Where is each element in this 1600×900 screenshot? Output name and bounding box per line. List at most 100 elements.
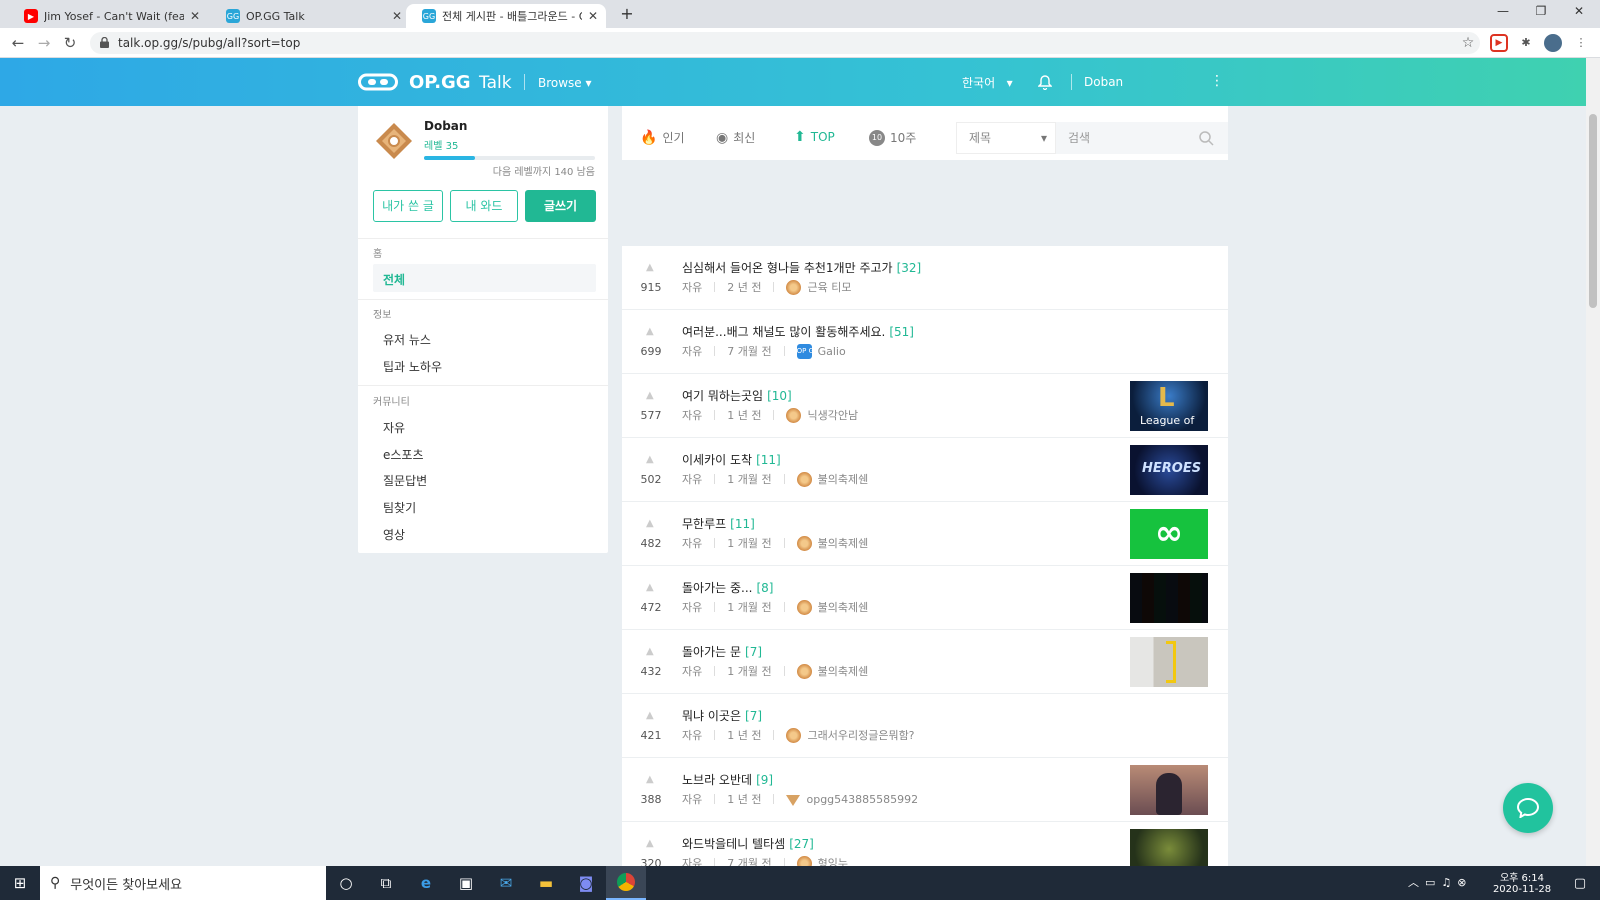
post-row[interactable]: ▲ 577 여기 뭐하는곳임 [10] 자유 1 년 전 닉생각안남 L League of: [622, 374, 1228, 438]
post-row[interactable]: ▲ 699 여러분...배그 채널도 많이 활동해주세요. [51] 자유 7 개월 전 O…: [622, 310, 1228, 374]
close-icon[interactable]: ✕: [392, 9, 402, 23]
post-author[interactable]: Galio: [818, 345, 846, 358]
close-icon[interactable]: ✕: [588, 9, 598, 23]
my-ward-button[interactable]: 내 와드: [450, 190, 518, 222]
post-thumbnail[interactable]: [1130, 637, 1208, 687]
file-explorer-icon[interactable]: ▬: [526, 866, 566, 900]
store-icon[interactable]: ▣: [446, 866, 486, 900]
tab-top[interactable]: ⬆ TOP: [794, 129, 835, 145]
post-title[interactable]: 돌아가는 문 [7]: [682, 643, 762, 660]
upvote-arrow-icon[interactable]: ▲: [646, 646, 654, 657]
post-category[interactable]: 자유: [682, 343, 702, 359]
minimize-icon[interactable]: —: [1488, 4, 1518, 24]
post-author[interactable]: 불의축제쉔: [818, 471, 869, 487]
post-title[interactable]: 와드박을테니 텔타셈 [27]: [682, 835, 814, 852]
search-icon[interactable]: [1199, 131, 1214, 146]
new-tab-icon[interactable]: +: [612, 4, 642, 24]
write-button[interactable]: 글쓰기: [525, 190, 596, 222]
post-row[interactable]: ▲ 432 돌아가는 문 [7] 자유 1 개월 전 불의축제쉔: [622, 630, 1228, 694]
post-title[interactable]: 이세카이 도착 [11]: [682, 451, 781, 468]
post-thumbnail[interactable]: [1130, 573, 1208, 623]
browse-dropdown[interactable]: Browse ▾: [538, 76, 592, 90]
post-thumbnail[interactable]: HEROES: [1130, 445, 1208, 495]
post-category[interactable]: 자유: [682, 727, 702, 743]
reload-icon[interactable]: ↻: [60, 33, 80, 53]
language-dropdown[interactable]: 한국어 ▾: [962, 74, 1013, 91]
sidebar-item-user-news[interactable]: 유저 뉴스: [383, 331, 431, 348]
post-category[interactable]: 자유: [682, 663, 702, 679]
post-thumbnail[interactable]: L League of: [1130, 381, 1208, 431]
post-category[interactable]: 자유: [682, 535, 702, 551]
header-username[interactable]: Doban: [1084, 75, 1123, 89]
browser-tab-active[interactable]: GG 전체 게시판 - 배틀그라운드 - O ✕: [406, 4, 606, 28]
forward-icon[interactable]: →: [34, 33, 54, 53]
post-category[interactable]: 자유: [682, 279, 702, 295]
bookmark-star-icon[interactable]: ☆: [1459, 34, 1477, 52]
menu-kebab-icon[interactable]: ⋮: [1572, 34, 1590, 52]
clock-time[interactable]: 오후 6:14: [1492, 869, 1552, 884]
post-author[interactable]: 불의축제쉔: [818, 599, 869, 615]
upvote-arrow-icon[interactable]: ▲: [646, 390, 654, 401]
post-row[interactable]: ▲ 502 이세카이 도착 [11] 자유 1 개월 전 불의축제쉔 HEROES: [622, 438, 1228, 502]
more-menu-icon[interactable]: ⋮: [1210, 73, 1224, 89]
back-icon[interactable]: ←: [8, 33, 28, 53]
post-author[interactable]: opgg543885585992: [806, 793, 918, 806]
tab-10-weeks[interactable]: 10 10주: [869, 129, 916, 146]
cortana-icon[interactable]: ○: [326, 866, 366, 900]
site-logo[interactable]: OP.GG: [409, 72, 471, 93]
taskbar-search[interactable]: ⚲ 무엇이든 찾아보세요: [40, 866, 326, 900]
post-category[interactable]: 자유: [682, 855, 702, 866]
extensions-puzzle-icon[interactable]: ✱: [1517, 34, 1535, 52]
upvote-arrow-icon[interactable]: ▲: [646, 326, 654, 337]
opgg-logo-icon[interactable]: [358, 72, 398, 92]
scrollbar-thumb[interactable]: [1589, 114, 1597, 308]
post-title[interactable]: 무한루프 [11]: [682, 515, 755, 532]
profile-name[interactable]: Doban: [424, 119, 467, 133]
sidebar-item-video[interactable]: 영상: [383, 526, 405, 543]
window-close-icon[interactable]: ✕: [1564, 4, 1594, 24]
upvote-arrow-icon[interactable]: ▲: [646, 518, 654, 529]
system-tray-icons[interactable]: ︿▭♫⊗: [1408, 874, 1472, 890]
upvote-arrow-icon[interactable]: ▲: [646, 262, 654, 273]
discord-icon[interactable]: ◙: [566, 866, 606, 900]
extension-icon[interactable]: ▶: [1490, 34, 1508, 52]
post-row[interactable]: ▲ 482 무한루프 [11] 자유 1 개월 전 불의축제쉔 ∞: [622, 502, 1228, 566]
post-title[interactable]: 돌아가는 중... [8]: [682, 579, 773, 596]
windows-start-icon[interactable]: ⊞: [0, 866, 40, 900]
upvote-arrow-icon[interactable]: ▲: [646, 838, 654, 849]
post-author[interactable]: 불의축제쉔: [818, 663, 869, 679]
post-author[interactable]: 형잉누: [818, 855, 848, 866]
post-category[interactable]: 자유: [682, 791, 702, 807]
sidebar-item-find-team[interactable]: 팀찾기: [383, 499, 416, 516]
post-row[interactable]: ▲ 915 심심해서 들어온 형나들 추천1개만 주고가 [32] 자유 2 년 전 근육 …: [622, 246, 1228, 310]
sidebar-item-qna[interactable]: 질문답변: [383, 472, 427, 489]
close-icon[interactable]: ✕: [190, 9, 200, 23]
post-author[interactable]: 그래서우리정글은뭐함?: [807, 727, 914, 743]
post-thumbnail[interactable]: [1130, 829, 1208, 866]
post-row[interactable]: ▲ 472 돌아가는 중... [8] 자유 1 개월 전 불의축제쉔: [622, 566, 1228, 630]
profile-avatar-icon[interactable]: [1544, 34, 1562, 52]
post-row[interactable]: ▲ 320 와드박을테니 텔타셈 [27] 자유 7 개월 전 형잉누: [622, 822, 1228, 866]
notification-center-icon[interactable]: ▢: [1560, 866, 1600, 900]
post-category[interactable]: 자유: [682, 599, 702, 615]
post-title[interactable]: 노브라 오반데 [9]: [682, 771, 773, 788]
upvote-arrow-icon[interactable]: ▲: [646, 774, 654, 785]
chat-button[interactable]: [1503, 783, 1553, 833]
restore-icon[interactable]: ❐: [1526, 4, 1556, 24]
clock-date[interactable]: 2020-11-28: [1492, 884, 1552, 895]
my-posts-button[interactable]: 내가 쓴 글: [373, 190, 443, 222]
post-category[interactable]: 자유: [682, 471, 702, 487]
chrome-icon[interactable]: [606, 866, 646, 900]
browser-tab[interactable]: ▶ Jim Yosef - Can't Wait (feat. An ✕: [8, 4, 208, 28]
post-title[interactable]: 여기 뭐하는곳임 [10]: [682, 387, 792, 404]
post-category[interactable]: 자유: [682, 407, 702, 423]
post-thumbnail[interactable]: ∞: [1130, 509, 1208, 559]
sidebar-item-free[interactable]: 자유: [383, 419, 405, 436]
edge-icon[interactable]: e: [406, 866, 446, 900]
post-row[interactable]: ▲ 388 노브라 오반데 [9] 자유 1 년 전 opgg543885585992: [622, 758, 1228, 822]
bell-icon[interactable]: [1038, 75, 1052, 90]
post-row[interactable]: ▲ 421 뭐냐 이곳은 [7] 자유 1 년 전 그래서우리정글은뭐함?: [622, 694, 1228, 758]
upvote-arrow-icon[interactable]: ▲: [646, 582, 654, 593]
post-title[interactable]: 뭐냐 이곳은 [7]: [682, 707, 762, 724]
post-thumbnail[interactable]: [1130, 765, 1208, 815]
